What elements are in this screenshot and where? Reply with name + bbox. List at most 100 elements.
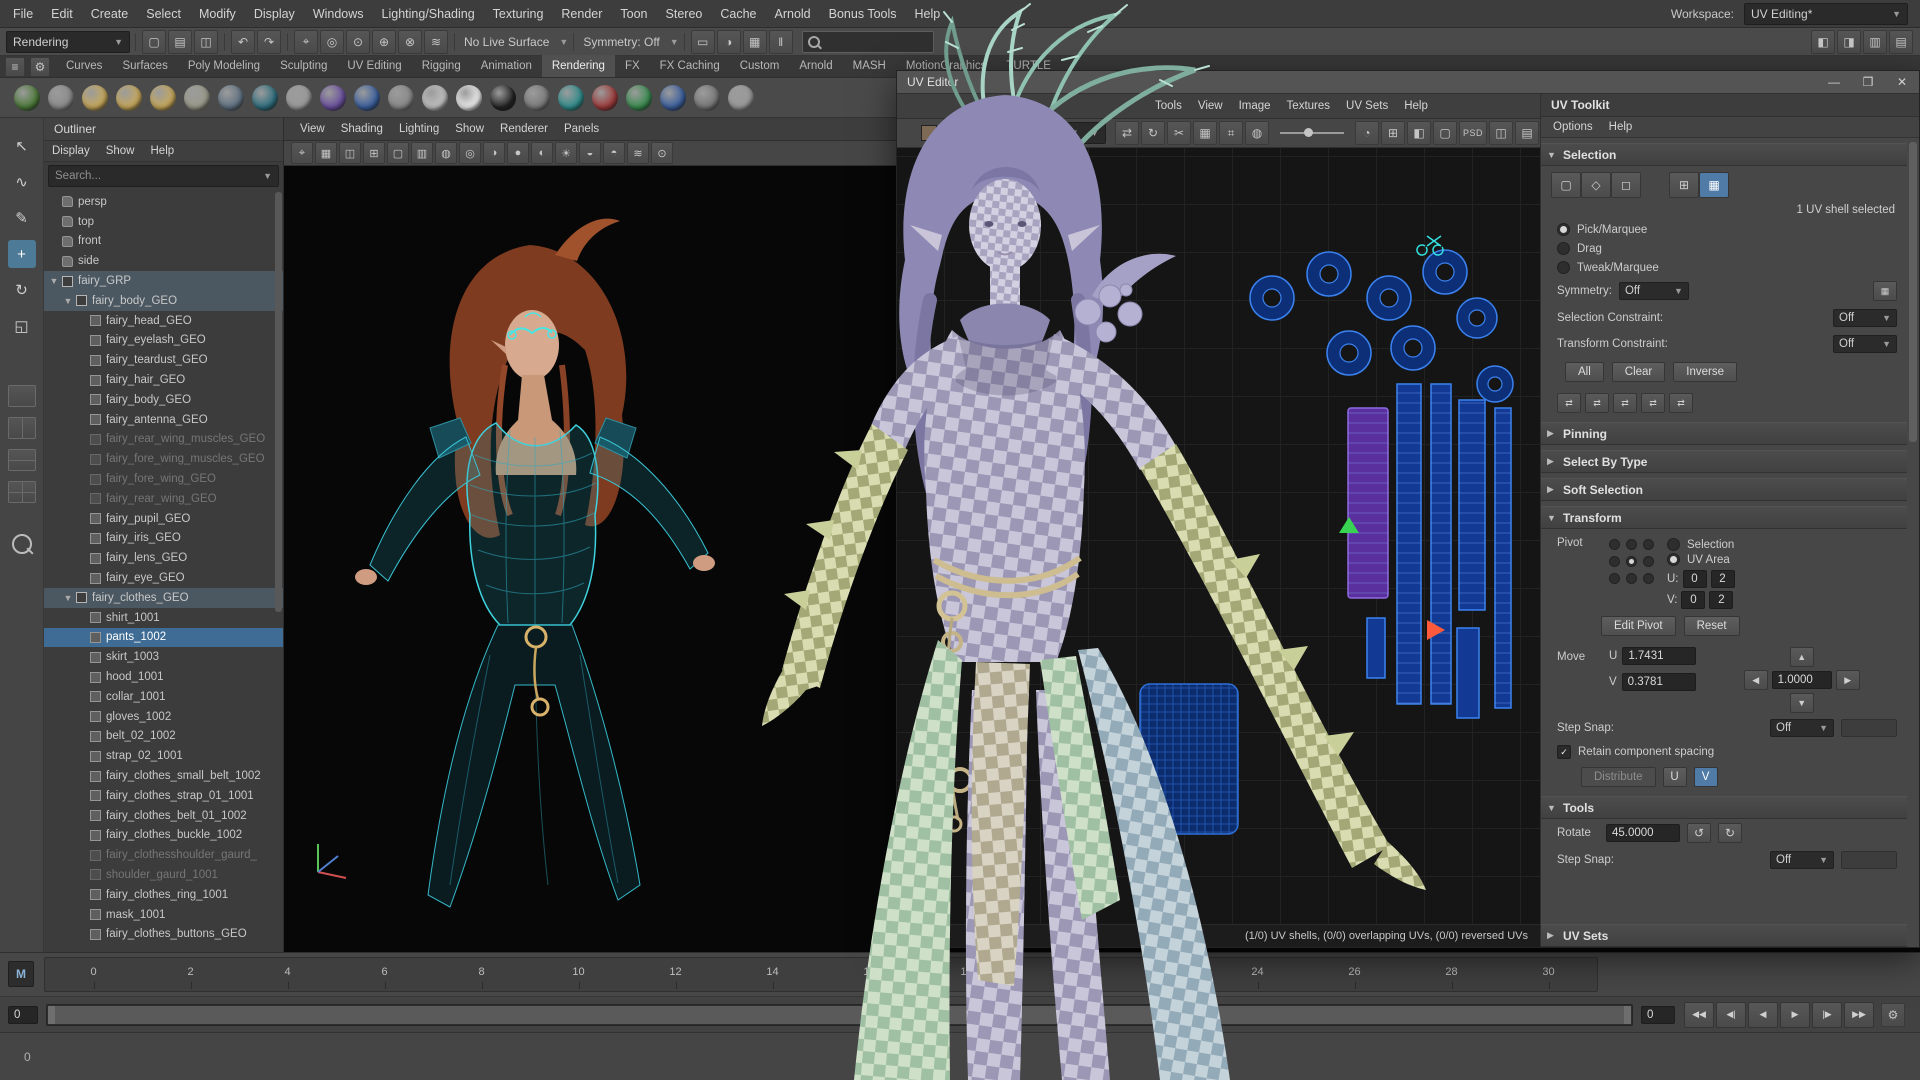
selection-action-button[interactable]: All bbox=[1565, 362, 1604, 382]
uv-editor-menu-item[interactable]: Image bbox=[1231, 94, 1279, 118]
gray-ball-icon[interactable] bbox=[520, 79, 554, 117]
uv-canvas[interactable] bbox=[897, 148, 1540, 924]
shelf-tab[interactable]: Rendering bbox=[542, 55, 615, 77]
viewport-menu-item[interactable]: Renderer bbox=[492, 118, 556, 140]
image-dim-slider[interactable] bbox=[1280, 132, 1344, 134]
pixel-snap-icon[interactable]: ⌗ bbox=[1219, 121, 1243, 145]
pivot-v-min-field[interactable]: 0 bbox=[1681, 591, 1705, 609]
snap-to-grid-icon[interactable]: ⌖ bbox=[294, 30, 318, 54]
outliner-item[interactable]: ▼ gloves_1002 bbox=[44, 707, 283, 727]
smooth-shade-icon[interactable]: ● bbox=[507, 142, 529, 164]
selection-constraint-select[interactable]: Off▼ bbox=[1833, 309, 1897, 327]
utility-node-icon[interactable] bbox=[690, 79, 724, 117]
face-select-icon[interactable]: ◻ bbox=[1611, 172, 1641, 198]
go-to-end-button[interactable]: ▶▶ bbox=[1844, 1002, 1874, 1028]
shelf-tab[interactable]: Animation bbox=[471, 55, 542, 77]
move-tool[interactable]: + bbox=[8, 240, 36, 268]
uv-editor-menu-item[interactable]: Textures bbox=[1279, 94, 1338, 118]
convert-to-border-icon[interactable]: ⇄ bbox=[1669, 393, 1693, 413]
selection-action-button[interactable]: Clear bbox=[1612, 362, 1665, 382]
menu-item[interactable]: Create bbox=[82, 0, 138, 28]
rotate-ccw-button[interactable]: ↺ bbox=[1687, 823, 1711, 843]
shelf-tab[interactable]: Poly Modeling bbox=[178, 55, 270, 77]
time-slider[interactable]: 024681012141618202224262830 bbox=[44, 957, 1598, 992]
lambert-icon[interactable] bbox=[350, 79, 384, 117]
select-camera-icon[interactable]: ⌖ bbox=[291, 142, 313, 164]
outliner-item[interactable]: ▼ fairy_teardust_GEO bbox=[44, 350, 283, 370]
select-tool[interactable]: ↖ bbox=[8, 132, 36, 160]
motion-blur-icon[interactable]: ≋ bbox=[627, 142, 649, 164]
isolate-select-icon[interactable]: ▢ bbox=[1433, 121, 1457, 145]
outliner-item[interactable]: ▼ fairy_clothes_strap_01_1001 bbox=[44, 786, 283, 806]
playback-start-field[interactable]: 0 bbox=[8, 1006, 38, 1024]
uv-editor-menu-item[interactable]: Help bbox=[1396, 94, 1436, 118]
range-slider[interactable] bbox=[46, 1004, 1633, 1026]
black-ball-icon[interactable] bbox=[486, 79, 520, 117]
rotate-cw-button[interactable]: ↻ bbox=[1718, 823, 1742, 843]
viewport-menu-item[interactable]: View bbox=[292, 118, 333, 140]
snap-to-projected-center-icon[interactable]: ⊕ bbox=[372, 30, 396, 54]
command-line-value[interactable]: 0 bbox=[24, 1050, 31, 1064]
nudge-left-button[interactable]: ◀ bbox=[1744, 670, 1768, 690]
flip-uv-icon[interactable]: ⇄ bbox=[1115, 121, 1139, 145]
outliner-item[interactable]: ▼ fairy_body_GEO bbox=[44, 291, 283, 311]
shelf-tab[interactable]: Rigging bbox=[412, 55, 471, 77]
menu-item[interactable]: Help bbox=[906, 0, 950, 28]
menu-set-select[interactable]: Rendering▼ bbox=[6, 31, 130, 53]
outliner-menu-item[interactable]: Help bbox=[143, 141, 183, 161]
pinning-section-header[interactable]: ▶Pinning bbox=[1541, 422, 1907, 445]
snap-to-curve-icon[interactable]: ◎ bbox=[320, 30, 344, 54]
safe-title-icon[interactable]: ◎ bbox=[459, 142, 481, 164]
edit-pivot-button[interactable]: Edit Pivot bbox=[1601, 616, 1676, 636]
menu-item[interactable]: Lighting/Shading bbox=[373, 0, 484, 28]
shelf-tab[interactable]: Curves bbox=[56, 55, 112, 77]
shelf-menu-icon[interactable]: ≡ bbox=[5, 57, 25, 77]
four-pane-layout-button[interactable] bbox=[8, 481, 36, 503]
outliner-search-input[interactable]: Search...▼ bbox=[48, 165, 279, 187]
shelf-tab[interactable]: MASH bbox=[843, 55, 896, 77]
grid-icon[interactable]: ▦ bbox=[1193, 121, 1217, 145]
transform-constraint-select[interactable]: Off▼ bbox=[1833, 335, 1897, 353]
rotate-tool[interactable]: ↻ bbox=[8, 276, 36, 304]
lasso-tool[interactable]: ∿ bbox=[8, 168, 36, 196]
shade-uvs-icon[interactable]: ◍ bbox=[1245, 121, 1269, 145]
shelf-tab[interactable]: FX bbox=[615, 55, 650, 77]
outliner-item[interactable]: ▼ front bbox=[44, 232, 283, 252]
nudge-right-button[interactable]: ▶ bbox=[1836, 670, 1860, 690]
white-ball-icon[interactable] bbox=[452, 79, 486, 117]
outliner-menu-item[interactable]: Show bbox=[98, 141, 143, 161]
retain-spacing-checkbox[interactable]: ✓ bbox=[1557, 745, 1571, 759]
resolution-gate-icon[interactable]: ⊞ bbox=[363, 142, 385, 164]
texture-borders-icon[interactable]: ◔ bbox=[1355, 121, 1379, 145]
uv-editor-menu-item[interactable]: Tools bbox=[1147, 94, 1190, 118]
outliner-item[interactable]: ▼ fairy_iris_GEO bbox=[44, 529, 283, 549]
phong-icon[interactable] bbox=[316, 79, 350, 117]
uv-editor-titlebar[interactable]: UV Editor — ❒ ✕ bbox=[897, 71, 1919, 94]
outliner-item[interactable]: ▼ shirt_1001 bbox=[44, 608, 283, 628]
menu-item[interactable]: Windows bbox=[304, 0, 373, 28]
viewport-menu-item[interactable]: Panels bbox=[556, 118, 607, 140]
menu-item[interactable]: Display bbox=[245, 0, 304, 28]
uv-toolkit-scrollbar[interactable] bbox=[1909, 142, 1917, 442]
outliner-item[interactable]: ▼ fairy_clothes_GEO bbox=[44, 588, 283, 608]
outliner-item[interactable]: ▼ skirt_1003 bbox=[44, 647, 283, 667]
menu-item[interactable]: Bonus Tools bbox=[820, 0, 906, 28]
uv-baking-icon[interactable]: ▤ bbox=[1515, 121, 1539, 145]
uv-select-icon[interactable]: ⊞ bbox=[1669, 172, 1699, 198]
symmetry-grid-icon[interactable]: ▦ bbox=[1873, 281, 1897, 301]
outliner-item[interactable]: ▼ fairy_fore_wing_muscles_GEO bbox=[44, 449, 283, 469]
zoom-tool-icon[interactable] bbox=[12, 534, 32, 554]
outliner-item[interactable]: ▼ persp bbox=[44, 192, 283, 212]
convert-to-shell-icon[interactable]: ⇄ bbox=[1641, 393, 1665, 413]
paint-bucket-icon[interactable] bbox=[554, 79, 588, 117]
live-surface-status[interactable]: No Live Surface bbox=[460, 35, 553, 49]
viewport-menu-item[interactable]: Shading bbox=[333, 118, 391, 140]
move-step-snap-select[interactable]: Off▼ bbox=[1770, 719, 1834, 737]
outliner-item[interactable]: ▼ fairy_fore_wing_GEO bbox=[44, 469, 283, 489]
ambient-light-icon[interactable] bbox=[180, 79, 214, 117]
outliner-menu-item[interactable]: Display bbox=[44, 141, 98, 161]
outliner-item[interactable]: ▼ fairy_antenna_GEO bbox=[44, 410, 283, 430]
shelf-tab[interactable]: Custom bbox=[730, 55, 790, 77]
pivot-mode-radio[interactable]: UV Area bbox=[1667, 552, 1735, 567]
workspace-select[interactable]: UV Editing*▼ bbox=[1744, 3, 1908, 25]
